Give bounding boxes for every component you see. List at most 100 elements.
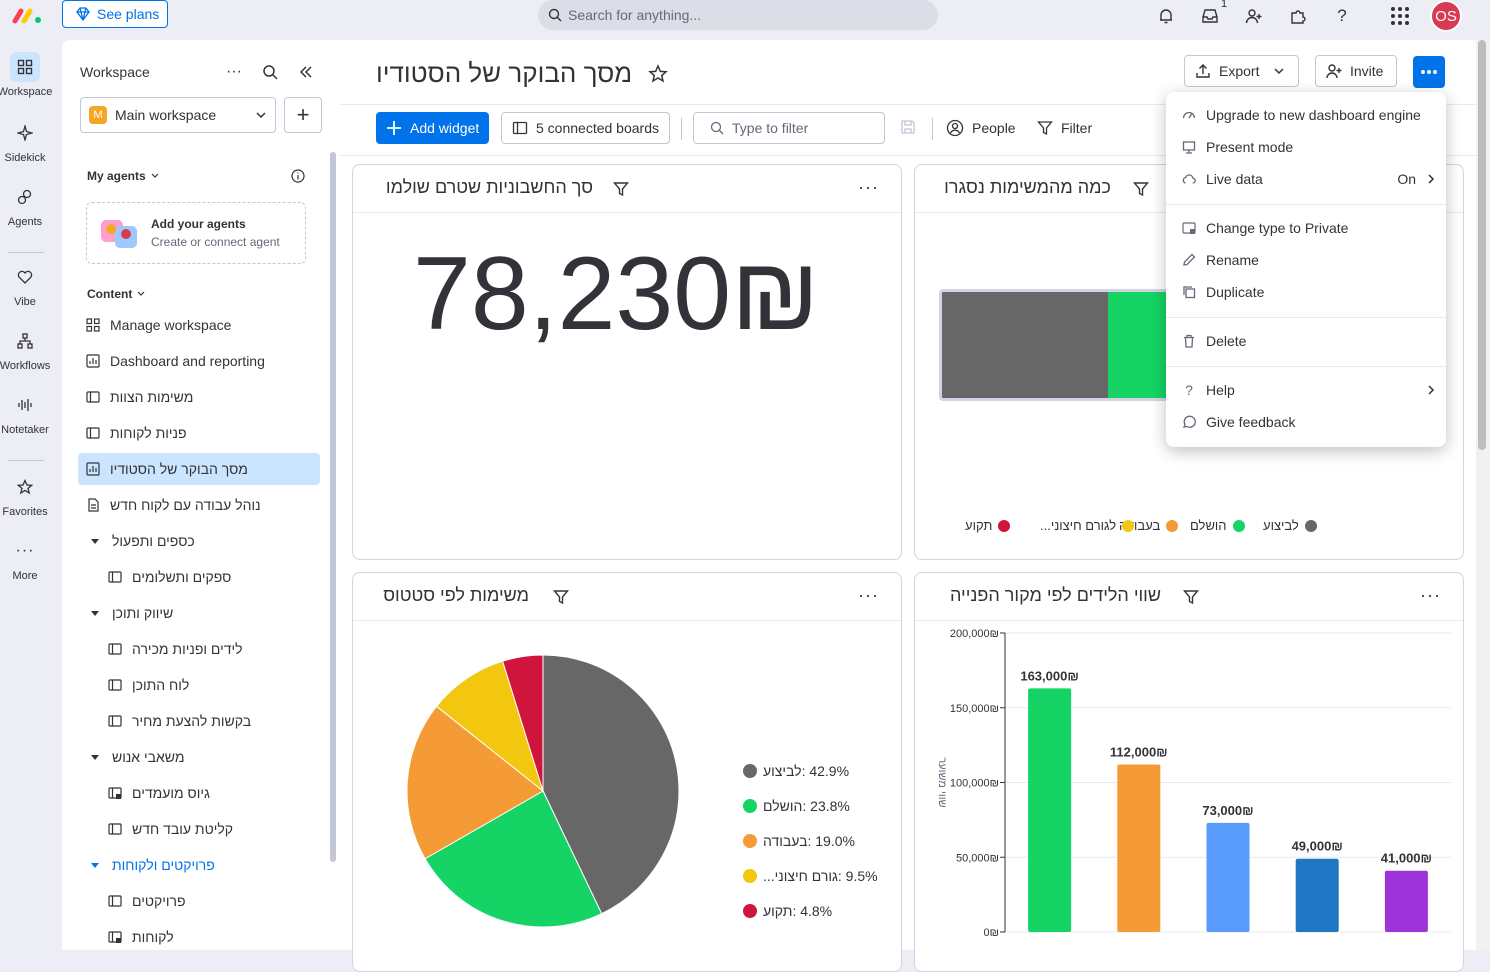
- nav-label: Notetaker: [1, 424, 49, 436]
- filter-button[interactable]: Filter: [1037, 112, 1092, 144]
- my-agents-toggle[interactable]: My agents: [87, 169, 160, 183]
- bar[interactable]: [1384, 870, 1428, 932]
- filter-input[interactable]: Type to filter: [693, 112, 885, 144]
- nav-vibe[interactable]: Vibe: [0, 262, 50, 308]
- sidebar-folder[interactable]: פרויקטים ולקוחות: [78, 849, 320, 881]
- add-agents-card[interactable]: Add your agents Create or connect agent: [86, 202, 306, 264]
- nav-favorites[interactable]: Favorites: [0, 472, 50, 518]
- menu-item-delete[interactable]: Delete: [1182, 325, 1436, 357]
- widget-tasks-by-status[interactable]: משימות לפי סטטוס ··· לביצוע: 42.9% הושלם:…: [352, 572, 902, 972]
- legend-item[interactable]: לביצוע: [1263, 518, 1317, 533]
- widget-menu-icon[interactable]: ···: [1420, 585, 1441, 606]
- bar[interactable]: [1117, 764, 1161, 932]
- sidebar-item-dashboard[interactable]: מסך הבוקר של הסטודיו: [78, 453, 320, 485]
- sidebar-item-board[interactable]: לוח התוכן: [78, 669, 320, 701]
- nav-workflows[interactable]: Workflows: [0, 326, 50, 372]
- search-bar[interactable]: Search for anything...: [538, 0, 938, 30]
- filter-icon[interactable]: [613, 181, 629, 197]
- sidebar-item-board[interactable]: לידים ופניות מכירה: [78, 633, 320, 665]
- people-filter-button[interactable]: People: [946, 112, 1016, 144]
- sidebar-item-label: לידים ופניות מכירה: [132, 641, 243, 657]
- widget-unpaid-invoices[interactable]: סך החשבוניות שטרם שולמו ··· 78,230₪: [352, 164, 902, 560]
- legend-item[interactable]: תקוע: [965, 518, 1011, 533]
- connected-boards-button[interactable]: 5 connected boards: [501, 112, 670, 144]
- widget-leads-by-source[interactable]: שווי הלידים לפי מקור הפנייה ··· 0₪ 50,000…: [914, 572, 1464, 972]
- sidebar-item-board[interactable]: קליטת עובד חדש: [78, 813, 320, 845]
- menu-item-present[interactable]: Present mode: [1182, 131, 1436, 163]
- sidebar-item-board[interactable]: פניות לקוחות: [78, 417, 320, 449]
- bar[interactable]: [1295, 858, 1339, 932]
- apps-grid-icon[interactable]: [1388, 4, 1412, 28]
- legend-item[interactable]: גורם חיצוני...: 9.5%: [743, 868, 878, 884]
- workspace-select[interactable]: M Main workspace: [80, 97, 276, 133]
- widget-menu-icon[interactable]: ···: [858, 177, 879, 198]
- content-label: Content: [87, 287, 133, 301]
- sidebar-item-doc[interactable]: נוהל עבודה עם לקוח חדש: [78, 489, 320, 521]
- menu-item-rename[interactable]: Rename: [1182, 244, 1436, 276]
- agents-title: Add your agents: [151, 217, 246, 231]
- star-icon[interactable]: [648, 63, 669, 84]
- sidebar-folder[interactable]: שיווק ותוכן: [78, 597, 320, 629]
- sidebar-item-board[interactable]: ספקים ותשלומים: [78, 561, 320, 593]
- invite-button[interactable]: Invite: [1315, 55, 1397, 87]
- menu-item-help[interactable]: ? Help: [1182, 374, 1436, 406]
- menu-item-change-type[interactable]: Change type to Private: [1182, 212, 1436, 244]
- legend-item[interactable]: הושלם: 23.8%: [743, 798, 850, 814]
- content-toggle[interactable]: Content: [87, 287, 146, 301]
- filter-icon[interactable]: [1133, 181, 1149, 197]
- avatar[interactable]: OS: [1430, 0, 1462, 32]
- collapse-sidebar-icon[interactable]: [296, 62, 316, 82]
- inbox-icon[interactable]: [1200, 6, 1220, 26]
- legend-item[interactable]: לביצוע: 42.9%: [743, 763, 849, 779]
- legend-item[interactable]: הושלם: [1190, 518, 1245, 533]
- legend-item[interactable]: תקוע: 4.8%: [743, 903, 832, 919]
- sidebar-scrollbar[interactable]: [330, 152, 336, 862]
- more-dots-icon[interactable]: ···: [224, 62, 244, 82]
- menu-item-live-data[interactable]: Live data On: [1182, 163, 1436, 195]
- monday-logo[interactable]: [12, 6, 44, 24]
- nav-workspace[interactable]: Workspace: [0, 52, 52, 98]
- sidebar-item-label: פרויקטים: [132, 893, 186, 909]
- help-icon[interactable]: ?: [1332, 6, 1352, 26]
- bar[interactable]: [1028, 688, 1072, 932]
- search-icon[interactable]: [260, 62, 280, 82]
- nav-sidekick[interactable]: Sidekick: [0, 118, 50, 164]
- sidebar-item-board[interactable]: פרויקטים: [78, 885, 320, 917]
- more-actions-button[interactable]: [1413, 56, 1445, 88]
- add-item-button[interactable]: +: [284, 97, 322, 133]
- nav-more[interactable]: ··· More: [0, 536, 50, 582]
- sidebar-item-private-board[interactable]: גיוס מועמדים: [78, 777, 320, 809]
- sidebar-item-board[interactable]: בקשות להצעת מחיר: [78, 705, 320, 737]
- page-scrollbar-thumb[interactable]: [1478, 40, 1486, 450]
- sidebar-folder[interactable]: כספים ותפעול: [78, 525, 320, 557]
- widget-menu-icon[interactable]: ···: [858, 585, 879, 606]
- sidebar-item-dashboard-reporting[interactable]: Dashboard and reporting: [78, 345, 320, 377]
- sidebar-item-private-board[interactable]: לקוחות: [78, 921, 320, 953]
- page-title[interactable]: מסך הבוקר של הסטודיו: [376, 58, 632, 89]
- bell-icon[interactable]: [1156, 6, 1176, 26]
- private-board-icon: [108, 786, 122, 800]
- nav-notetaker[interactable]: Notetaker: [0, 390, 50, 436]
- add-widget-button[interactable]: Add widget: [376, 112, 490, 144]
- filter-icon[interactable]: [553, 589, 569, 605]
- board-icon: [108, 570, 122, 584]
- sidebar-item-manage-workspace[interactable]: Manage workspace: [78, 309, 320, 341]
- legend-percent: : 4.8%: [792, 903, 833, 919]
- bar[interactable]: [1206, 822, 1250, 932]
- menu-item-upgrade[interactable]: Upgrade to new dashboard engine: [1182, 99, 1436, 131]
- menu-item-duplicate[interactable]: Duplicate: [1182, 276, 1436, 308]
- sidebar-item-board[interactable]: משימות הצוות: [78, 381, 320, 413]
- sidebar-folder[interactable]: משאבי אנוש: [78, 741, 320, 773]
- info-icon[interactable]: [288, 166, 308, 186]
- widget-header: שווי הלידים לפי מקור הפנייה ···: [915, 573, 1463, 621]
- legend-item[interactable]: לגורם חיצוני...: [1040, 518, 1135, 533]
- menu-item-feedback[interactable]: Give feedback: [1182, 406, 1436, 438]
- see-plans-button[interactable]: See plans: [62, 0, 168, 28]
- apps-puzzle-icon[interactable]: [1288, 6, 1308, 26]
- legend-item[interactable]: בעבודה: 19.0%: [743, 833, 855, 849]
- export-button[interactable]: Export: [1184, 55, 1299, 87]
- nav-agents[interactable]: Agents: [0, 182, 50, 228]
- filter-icon[interactable]: [1183, 589, 1199, 605]
- save-icon[interactable]: [900, 119, 916, 135]
- invite-members-icon[interactable]: [1244, 6, 1264, 26]
